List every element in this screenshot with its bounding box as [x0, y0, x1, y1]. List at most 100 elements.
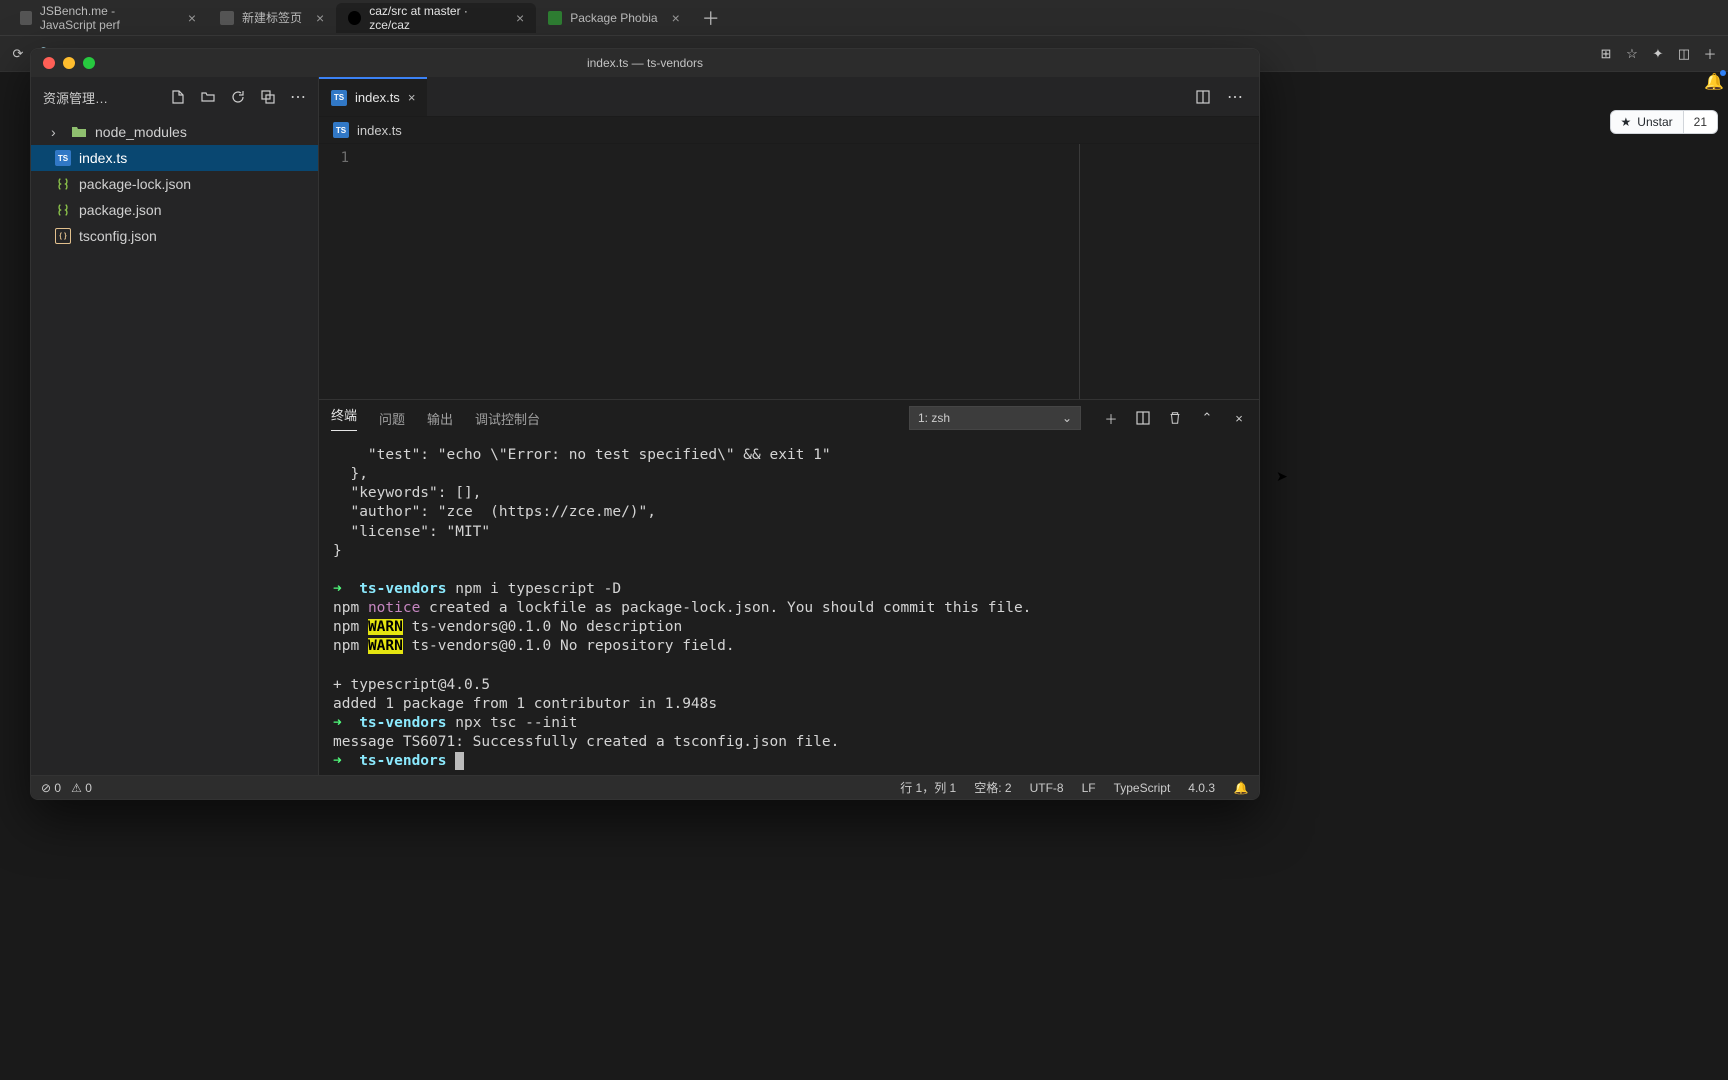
ts-file-icon: TS [55, 150, 71, 166]
feedback-icon[interactable]: 🔔 [1233, 780, 1249, 796]
warning-icon: ⚠ [71, 781, 82, 795]
explorer-title: 资源管理… [43, 88, 158, 107]
explorer-sidebar: 资源管理… ⋯ › node_modules [31, 77, 319, 775]
panel: 终端 问题 输出 调试控制台 1: zsh ⌄ ＋ [319, 399, 1259, 775]
file-label: package.json [79, 202, 162, 218]
mouse-cursor-icon: ➤ [1276, 468, 1288, 485]
browser-tab-0[interactable]: JSBench.me - JavaScript perf × [8, 3, 208, 33]
file-label: index.ts [79, 150, 127, 166]
close-icon[interactable]: × [316, 10, 324, 26]
tree-file-package-lock[interactable]: package-lock.json [31, 171, 318, 197]
star-icon[interactable]: ☆ [1624, 46, 1640, 62]
tsconfig-file-icon: { } [55, 228, 71, 244]
status-ts-version[interactable]: 4.0.3 [1188, 781, 1215, 795]
terminal-selector-label: 1: zsh [918, 411, 950, 425]
gutter: 1 [319, 144, 361, 399]
tab-label: index.ts [355, 90, 400, 105]
code-editor[interactable]: 1 [319, 143, 1259, 399]
vscode-window: index.ts — ts-vendors 资源管理… ⋯ › [30, 48, 1260, 800]
new-file-icon[interactable] [170, 89, 186, 105]
folder-icon [71, 124, 87, 140]
json-file-icon [55, 176, 71, 192]
new-tab-button[interactable]: ＋ [692, 5, 730, 31]
status-spaces[interactable]: 空格: 2 [974, 779, 1011, 796]
browser-tab-3[interactable]: Package Phobia × [536, 3, 692, 33]
kill-terminal-icon[interactable] [1167, 410, 1183, 426]
reload-icon[interactable]: ⟳ [10, 46, 26, 62]
ts-file-icon: TS [331, 90, 347, 106]
file-label: tsconfig.json [79, 228, 157, 244]
ts-file-icon: TS [333, 122, 349, 138]
favicon [548, 11, 562, 25]
explorer-header: 资源管理… ⋯ [31, 77, 318, 117]
breadcrumb[interactable]: TS index.ts [319, 117, 1259, 143]
github-repo-actions: ★ Unstar 21 [1260, 110, 1718, 134]
split-terminal-icon[interactable] [1135, 410, 1151, 426]
tree-folder-node-modules[interactable]: › node_modules [31, 119, 318, 145]
tab-title: caz/src at master · zce/caz [369, 4, 502, 32]
close-icon[interactable]: × [188, 10, 196, 26]
editor-tab-index[interactable]: TS index.ts × [319, 77, 427, 116]
status-errors[interactable]: ⊘ 0 [41, 781, 61, 795]
reading-list-icon[interactable]: ✦ [1650, 46, 1666, 62]
more-icon[interactable]: ⋯ [1227, 89, 1243, 105]
panel-tabs: 终端 问题 输出 调试控制台 1: zsh ⌄ ＋ [319, 400, 1259, 436]
panel-tab-problems[interactable]: 问题 [379, 409, 405, 428]
close-icon[interactable]: × [516, 10, 524, 26]
bell-icon[interactable]: 🔔 [1706, 74, 1722, 90]
chevron-right-icon: › [51, 124, 63, 140]
status-ln-col[interactable]: 行 1，列 1 [900, 779, 956, 796]
window-title: index.ts — ts-vendors [31, 56, 1259, 70]
tab-title: Package Phobia [570, 11, 657, 25]
ruler [1079, 144, 1080, 399]
breadcrumb-label: index.ts [357, 123, 402, 138]
favicon [20, 11, 32, 25]
translate-icon[interactable]: ⊞ [1598, 46, 1614, 62]
error-icon: ⊘ [41, 781, 51, 795]
panel-tab-debug[interactable]: 调试控制台 [475, 409, 540, 428]
status-eol[interactable]: LF [1082, 781, 1096, 795]
close-icon[interactable]: × [408, 90, 416, 105]
favicon [220, 11, 234, 25]
chevron-down-icon: ⌄ [1062, 411, 1072, 425]
split-editor-icon[interactable] [1195, 89, 1211, 105]
panel-tab-output[interactable]: 输出 [427, 409, 453, 428]
close-icon[interactable]: × [672, 10, 680, 26]
add-icon[interactable]: ＋ [1702, 46, 1718, 62]
star-count[interactable]: 21 [1684, 110, 1718, 134]
file-tree: › node_modules TS index.ts package-lock.… [31, 117, 318, 249]
new-terminal-icon[interactable]: ＋ [1103, 410, 1119, 426]
editor-tabs: TS index.ts × ⋯ [319, 77, 1259, 117]
tree-file-index[interactable]: TS index.ts [31, 145, 318, 171]
browser-tab-1[interactable]: 新建标签页 × [208, 3, 336, 33]
tree-file-tsconfig[interactable]: { } tsconfig.json [31, 223, 318, 249]
file-label: package-lock.json [79, 176, 191, 192]
browser-tab-2[interactable]: caz/src at master · zce/caz × [336, 3, 536, 33]
line-number: 1 [319, 150, 349, 166]
status-encoding[interactable]: UTF-8 [1030, 781, 1064, 795]
terminal[interactable]: "test": "echo \"Error: no test specified… [319, 436, 1259, 775]
more-icon[interactable]: ⋯ [290, 89, 306, 105]
status-language[interactable]: TypeScript [1114, 781, 1171, 795]
new-folder-icon[interactable] [200, 89, 216, 105]
folder-label: node_modules [95, 124, 187, 140]
tree-file-package-json[interactable]: package.json [31, 197, 318, 223]
refresh-icon[interactable] [230, 89, 246, 105]
tab-title: 新建标签页 [242, 9, 302, 26]
json-file-icon [55, 202, 71, 218]
collapse-icon[interactable] [260, 89, 276, 105]
maximize-panel-icon[interactable]: ⌃ [1199, 410, 1215, 426]
terminal-selector[interactable]: 1: zsh ⌄ [909, 406, 1081, 430]
github-header-actions: 🔔 [1706, 74, 1722, 90]
star-icon: ★ [1621, 115, 1632, 129]
status-warnings[interactable]: ⚠ 0 [71, 781, 92, 795]
browser-tab-strip: JSBench.me - JavaScript perf × 新建标签页 × c… [0, 0, 1728, 36]
status-bar: ⊘ 0 ⚠ 0 行 1，列 1 空格: 2 UTF-8 LF TypeScrip… [31, 775, 1259, 799]
panel-tab-terminal[interactable]: 终端 [331, 405, 357, 431]
extension-icon[interactable]: ◫ [1676, 46, 1692, 62]
tab-title: JSBench.me - JavaScript perf [40, 4, 174, 32]
titlebar: index.ts — ts-vendors [31, 49, 1259, 77]
github-favicon-icon [348, 11, 361, 25]
close-panel-icon[interactable]: × [1231, 410, 1247, 426]
unstar-button[interactable]: ★ Unstar [1610, 110, 1684, 134]
